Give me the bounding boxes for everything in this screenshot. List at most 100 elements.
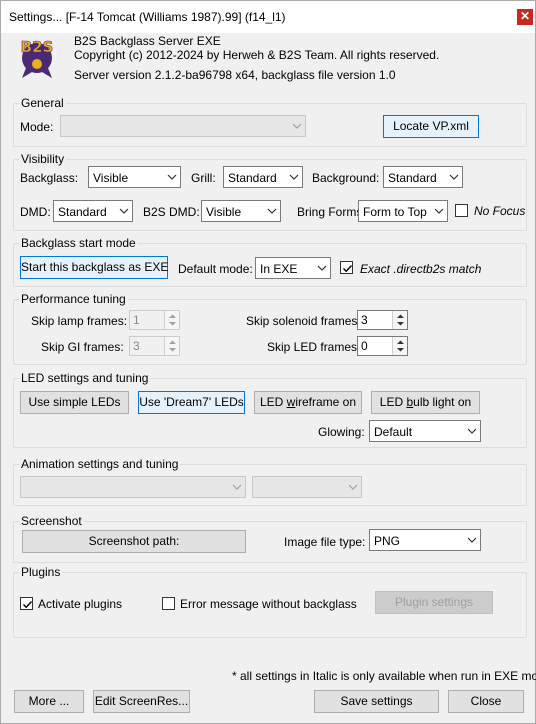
animation-select-2[interactable] <box>252 476 362 498</box>
glowing-select[interactable]: Default <box>369 420 481 442</box>
performance-group <box>13 299 527 365</box>
b2s-dmd-label: B2S DMD: <box>143 205 200 219</box>
chevron-down-icon <box>348 484 358 490</box>
grill-value: Standard <box>228 171 277 185</box>
exact-match-checkbox[interactable] <box>340 261 353 274</box>
grill-label: Grill: <box>191 171 216 185</box>
chevron-down-icon <box>289 174 299 180</box>
chevron-down-icon <box>467 428 477 434</box>
plugin-settings-button[interactable]: Plugin settings <box>375 591 493 614</box>
window-close-button[interactable]: ✕ <box>517 9 533 25</box>
skip-solenoid-label: Skip solenoid frames: <box>246 314 361 328</box>
screenshot-path-button[interactable]: Screenshot path: <box>22 530 246 553</box>
dmd-value: Standard <box>58 205 107 219</box>
chevron-down-icon <box>467 537 477 543</box>
spinner-arrows-icon[interactable] <box>164 311 179 329</box>
led-wireframe-button[interactable]: LED wireframe on <box>254 391 362 414</box>
checkmark-icon <box>343 265 353 273</box>
spinner-arrows-icon[interactable] <box>392 337 407 355</box>
chevron-down-icon <box>292 123 302 129</box>
image-file-type-select[interactable]: PNG <box>369 529 481 551</box>
default-mode-label: Default mode: <box>178 262 253 276</box>
close-icon: ✕ <box>519 9 531 23</box>
more-button[interactable]: More ... <box>14 690 84 713</box>
led-bulb-light-button[interactable]: LED bulb light on <box>371 391 480 414</box>
no-focus-label: No Focus <box>474 204 526 218</box>
version-text: Server version 2.1.2-ba96798 x64, backgl… <box>74 68 396 82</box>
animation-select-1[interactable] <box>20 476 246 498</box>
general-legend: General <box>19 96 66 110</box>
mode-select[interactable] <box>60 115 306 137</box>
backglass-value: Visible <box>93 171 129 185</box>
performance-legend: Performance tuning <box>19 292 128 306</box>
exact-match-label: Exact .directb2s match <box>360 262 482 276</box>
chevron-down-icon <box>119 208 129 214</box>
skip-lamp-value: 1 <box>133 313 140 327</box>
activate-plugins-checkbox[interactable] <box>20 597 33 610</box>
glowing-label: Glowing: <box>318 425 365 439</box>
background-select[interactable]: Standard <box>383 166 463 188</box>
use-dream7-leds-button[interactable]: Use 'Dream7' LEDs <box>138 391 245 414</box>
image-file-type-label: Image file type: <box>284 535 366 549</box>
logo-text: B2S <box>21 38 54 56</box>
skip-gi-label: Skip GI frames: <box>41 340 124 354</box>
backglass-select[interactable]: Visible <box>88 166 181 188</box>
visibility-legend: Visibility <box>19 152 67 166</box>
screenshot-legend: Screenshot <box>19 514 84 528</box>
title-bar[interactable]: Settings... [F-14 Tomcat (Williams 1987)… <box>1 1 535 33</box>
chevron-down-icon <box>267 208 277 214</box>
image-file-type-value: PNG <box>374 534 401 548</box>
settings-window: Settings... [F-14 Tomcat (Williams 1987)… <box>0 0 536 724</box>
error-without-backglass-label: Error message without backglass <box>180 597 357 611</box>
start-as-exe-button[interactable]: Start this backglass as EXE <box>20 256 168 279</box>
skip-led-spinner[interactable]: 0 <box>357 336 408 356</box>
copyright-text: Copyright (c) 2012-2024 by Herweh & B2S … <box>74 48 440 62</box>
backglass-label: Backglass: <box>20 171 79 185</box>
use-simple-leds-button[interactable]: Use simple LEDs <box>20 391 129 414</box>
b2s-dmd-select[interactable]: Visible <box>201 200 281 222</box>
mode-label: Mode: <box>20 120 54 134</box>
start-mode-legend: Backglass start mode <box>19 236 138 250</box>
chevron-down-icon <box>449 174 459 180</box>
spinner-arrows-icon[interactable] <box>164 337 179 355</box>
bring-forms-label: Bring Forms <box>297 205 363 219</box>
chevron-down-icon <box>232 484 242 490</box>
dmd-select[interactable]: Standard <box>53 200 133 222</box>
background-label: Background: <box>312 171 380 185</box>
chevron-down-icon <box>434 208 444 214</box>
skip-led-value: 0 <box>361 339 368 353</box>
footer-note: * all settings in Italic is only availab… <box>232 669 536 683</box>
grill-select[interactable]: Standard <box>223 166 303 188</box>
edit-screenres-button[interactable]: Edit ScreenRes... <box>93 690 190 713</box>
dmd-label: DMD: <box>20 205 51 219</box>
skip-gi-value: 3 <box>133 339 140 353</box>
skip-lamp-spinner[interactable]: 1 <box>129 310 180 330</box>
close-button[interactable]: Close <box>448 690 524 713</box>
locate-vp-xml-button[interactable]: Locate VP.xml <box>383 115 479 138</box>
plugins-legend: Plugins <box>19 565 63 579</box>
error-without-backglass-checkbox[interactable] <box>162 597 175 610</box>
skip-solenoid-spinner[interactable]: 3 <box>357 310 408 330</box>
skip-gi-spinner[interactable]: 3 <box>129 336 180 356</box>
bring-forms-value: Form to Top <box>363 205 427 219</box>
skip-led-label: Skip LED frames: <box>267 340 361 354</box>
save-settings-button[interactable]: Save settings <box>314 690 439 713</box>
window-title: Settings... [F-14 Tomcat (Williams 1987)… <box>9 10 286 24</box>
glowing-value: Default <box>374 425 413 439</box>
default-mode-value: In EXE <box>260 262 298 276</box>
app-name: B2S Backglass Server EXE <box>74 34 221 48</box>
animation-legend: Animation settings and tuning <box>19 457 181 471</box>
bring-forms-select[interactable]: Form to Top <box>358 200 448 222</box>
spinner-arrows-icon[interactable] <box>392 311 407 329</box>
activate-plugins-label: Activate plugins <box>38 597 123 611</box>
skip-lamp-label: Skip lamp frames: <box>31 314 128 328</box>
b2s-dmd-value: Visible <box>206 205 242 219</box>
led-legend: LED settings and tuning <box>19 371 151 385</box>
chevron-down-icon <box>167 174 177 180</box>
no-focus-checkbox[interactable] <box>455 204 468 217</box>
chevron-down-icon <box>317 265 327 271</box>
checkmark-icon <box>23 601 33 609</box>
default-mode-select[interactable]: In EXE <box>255 257 331 279</box>
background-value: Standard <box>388 171 437 185</box>
b2s-logo: B2S <box>14 34 60 80</box>
